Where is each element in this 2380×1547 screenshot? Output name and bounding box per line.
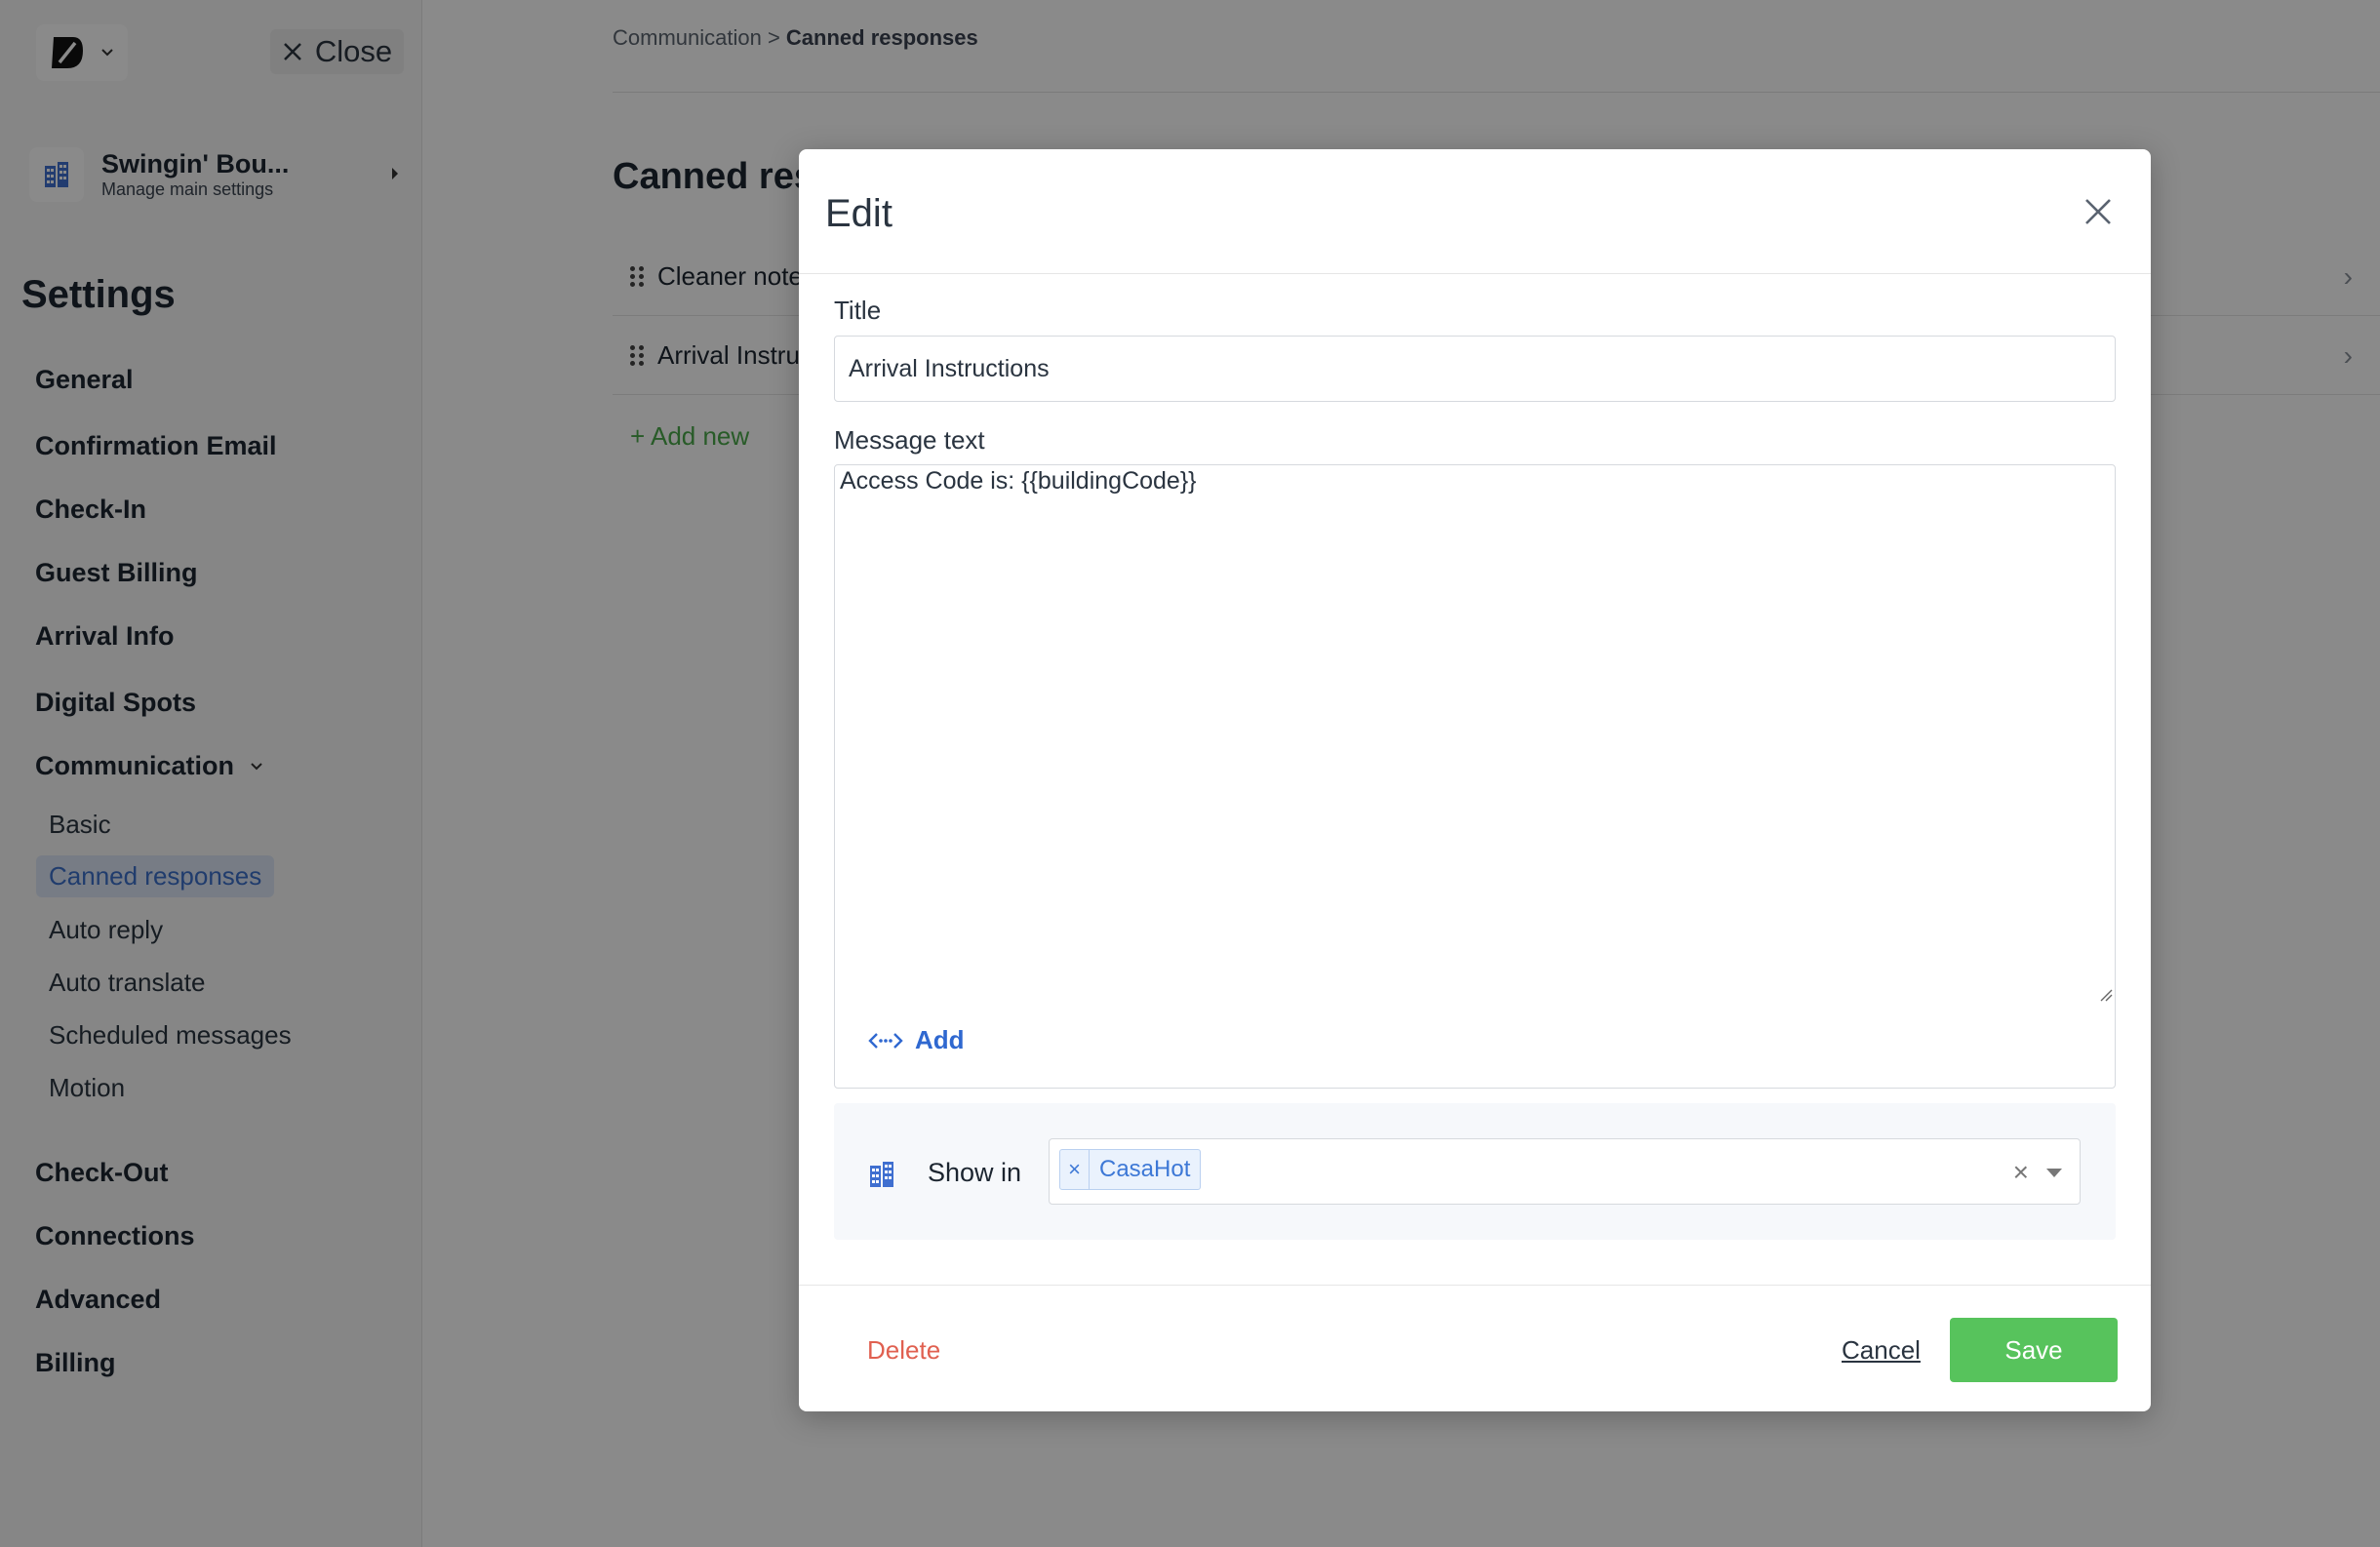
remove-tag-icon[interactable]: ×	[1060, 1150, 1090, 1189]
close-icon[interactable]	[2082, 196, 2114, 227]
cancel-button[interactable]: Cancel	[1842, 1335, 1921, 1366]
delete-button[interactable]: Delete	[867, 1335, 940, 1366]
dialog-title: Edit	[825, 192, 892, 235]
title-field-label: Title	[834, 296, 882, 325]
message-editor: Access Code is: {{buildingCode}} Add	[834, 464, 2116, 1089]
clear-selection-icon[interactable]: ×	[2013, 1157, 2029, 1188]
message-textarea[interactable]: Access Code is: {{buildingCode}}	[836, 466, 2114, 1003]
message-field-label: Message text	[834, 425, 985, 455]
building-icon	[870, 1162, 893, 1187]
tag-label: CasaHot	[1099, 1156, 1191, 1182]
show-in-panel: Show in × CasaHot ×	[834, 1103, 2116, 1240]
add-variable-label: Add	[915, 1025, 965, 1054]
selected-tag: × CasaHot	[1059, 1149, 1202, 1190]
title-input[interactable]	[834, 336, 2116, 402]
save-button[interactable]: Save	[1950, 1318, 2118, 1382]
dialog-footer-divider	[799, 1285, 2151, 1286]
show-in-label: Show in	[928, 1158, 1022, 1187]
dialog-header: Edit	[799, 149, 2151, 274]
resize-handle-icon[interactable]	[2099, 988, 2113, 1002]
edit-dialog: Edit Title Message text Access Code is: …	[799, 149, 2151, 1411]
app: Close Swingin' Bou... Manage main settin…	[0, 0, 2380, 1547]
add-variable-button[interactable]: Add	[868, 1025, 965, 1055]
show-in-multiselect[interactable]: × CasaHot ×	[1049, 1138, 2081, 1205]
code-variable-icon	[868, 1032, 903, 1049]
dropdown-caret-icon[interactable]	[2046, 1169, 2062, 1177]
